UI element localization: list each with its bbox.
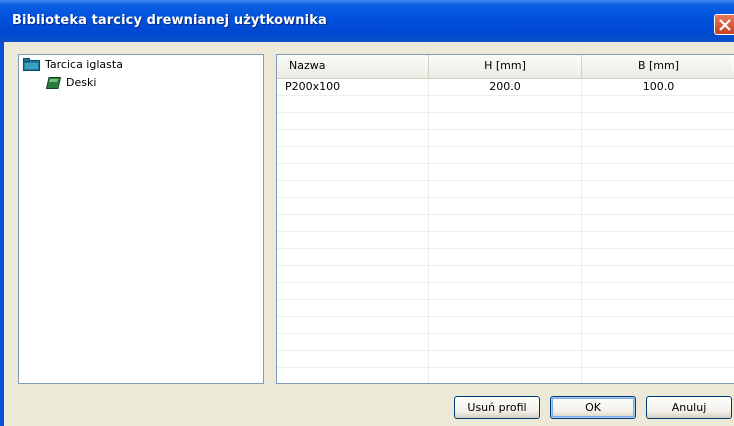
table-row	[277, 334, 734, 351]
cell-b: 100.0	[642, 80, 675, 93]
table-row	[277, 283, 734, 300]
column-header-b[interactable]: B [mm]	[582, 55, 734, 78]
profile-tree[interactable]: Tarcica iglasta Deski	[18, 54, 264, 384]
column-header-h[interactable]: H [mm]	[429, 55, 582, 78]
folder-icon	[23, 58, 40, 71]
table-row	[277, 113, 734, 130]
delete-profile-button[interactable]: Usuń profil	[454, 396, 540, 419]
tree-node-label: Tarcica iglasta	[45, 58, 123, 71]
table-row	[277, 317, 734, 334]
table-row	[277, 181, 734, 198]
table-row	[277, 215, 734, 232]
tree-node-deski[interactable]: Deski	[46, 76, 96, 89]
cell-nazwa: P200x100	[277, 79, 429, 95]
table-row	[277, 249, 734, 266]
lumber-icon	[46, 76, 61, 89]
table-row	[277, 96, 734, 113]
table-row	[277, 147, 734, 164]
table-row	[277, 232, 734, 249]
table-row	[277, 130, 734, 147]
table-row	[277, 198, 734, 215]
tree-node-label: Deski	[66, 76, 97, 89]
cell-h: 200.0	[429, 79, 582, 95]
table-row	[277, 266, 734, 283]
profile-table[interactable]: Nazwa H [mm] B [mm] P200x100 200.0 100.0	[276, 54, 734, 384]
table-row[interactable]: P200x100 200.0 100.0	[277, 79, 734, 96]
tree-node-tarcica-iglasta[interactable]: Tarcica iglasta	[23, 58, 123, 71]
ok-button[interactable]: OK	[550, 396, 636, 419]
title-bar[interactable]: Biblioteka tarcicy drewnianej użytkownik…	[0, 0, 734, 42]
cancel-button[interactable]: Anuluj	[646, 396, 732, 419]
column-header-nazwa[interactable]: Nazwa	[277, 55, 429, 78]
close-button[interactable]	[714, 14, 734, 35]
window-border	[0, 42, 4, 426]
library-dialog: Biblioteka tarcicy drewnianej użytkownik…	[0, 0, 734, 426]
window-title: Biblioteka tarcicy drewnianej użytkownik…	[12, 13, 327, 28]
table-row	[277, 300, 734, 317]
table-row	[277, 368, 734, 383]
close-icon	[719, 19, 731, 31]
table-header: Nazwa H [mm] B [mm]	[277, 55, 734, 79]
table-row	[277, 164, 734, 181]
table-row	[277, 351, 734, 368]
